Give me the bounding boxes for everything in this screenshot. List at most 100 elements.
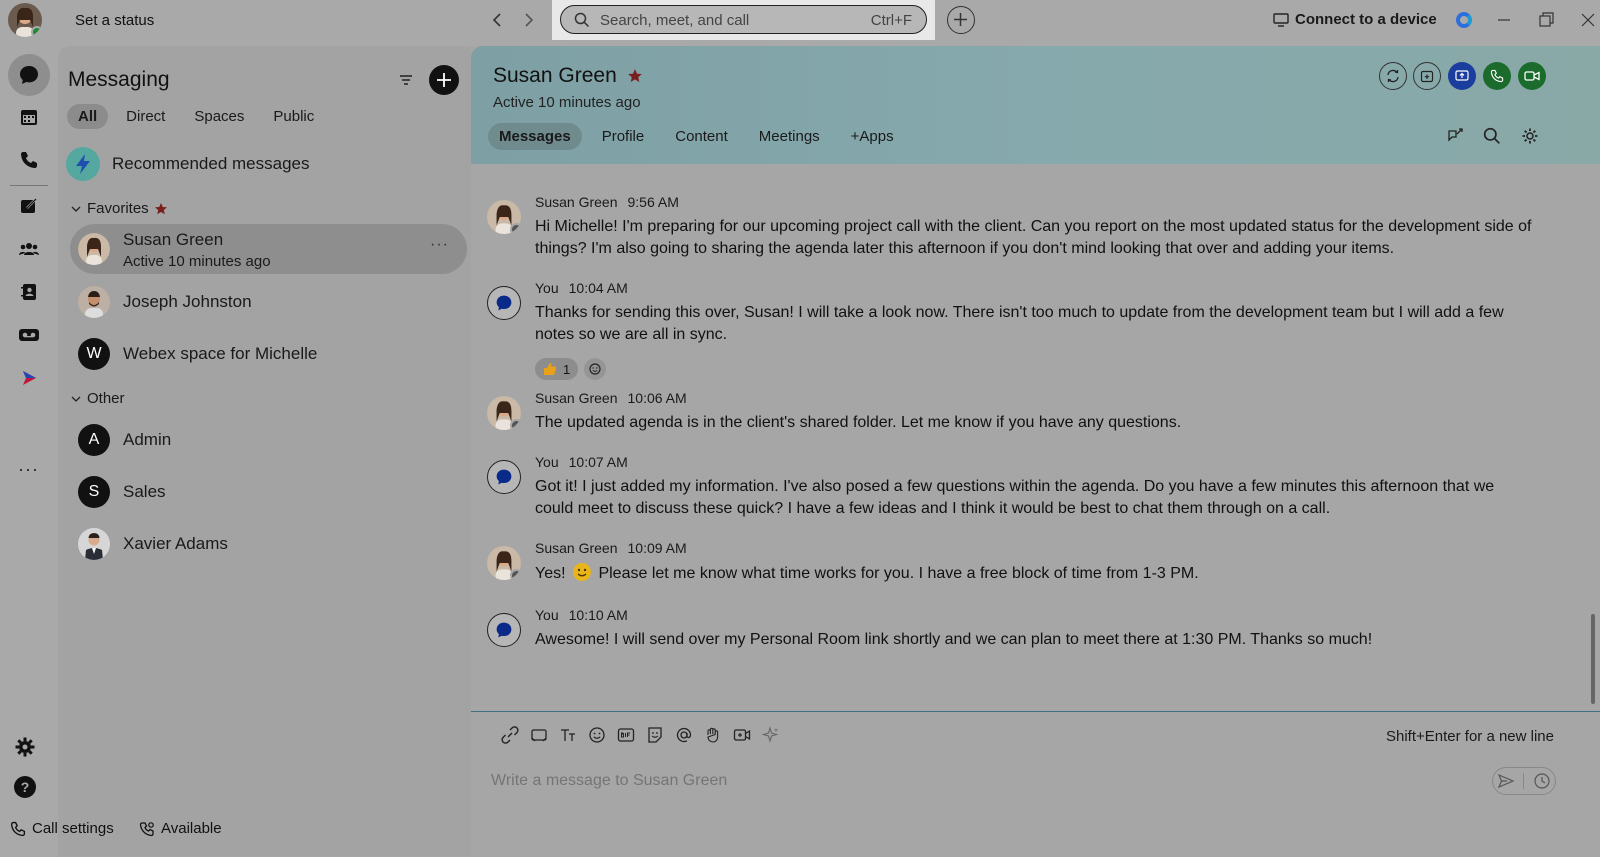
new-message-button[interactable] xyxy=(429,65,459,95)
contacts-icon xyxy=(19,282,39,302)
forward-arrow-icon[interactable] xyxy=(518,10,538,30)
message-text: The updated agenda is in the client's sh… xyxy=(535,414,1182,431)
conversation-name: Webex space for Michelle xyxy=(123,344,318,363)
message-time: 10:10 AM xyxy=(568,607,628,623)
sender-name: You xyxy=(535,454,559,470)
conversation-header: Susan Green Active 10 minutes ago Messag… xyxy=(471,46,1600,164)
clock-icon xyxy=(510,569,521,580)
more-apps-icon[interactable]: ··· xyxy=(18,459,39,480)
settings-gear-icon[interactable] xyxy=(14,736,36,758)
message-time: 10:07 AM xyxy=(568,454,628,470)
pin-icon[interactable] xyxy=(1446,127,1466,147)
voicemail-icon xyxy=(18,327,40,343)
conversation-item-webex-space[interactable]: W Webex space for Michelle xyxy=(70,329,467,379)
reaction-thumbs-up[interactable]: 1 xyxy=(535,358,579,380)
messaging-title: Messaging xyxy=(68,68,170,91)
tab-apps[interactable]: +Apps xyxy=(840,123,905,150)
rail-calendar[interactable] xyxy=(5,97,53,137)
emoji-icon[interactable] xyxy=(587,725,607,745)
new-action-button[interactable] xyxy=(947,6,975,34)
filter-icon[interactable] xyxy=(398,72,414,88)
availability-button[interactable]: Available xyxy=(139,820,222,837)
message-meta: You 10:07 AM xyxy=(535,454,628,470)
message-time: 10:09 AM xyxy=(627,540,687,556)
close-icon[interactable] xyxy=(1578,10,1598,30)
calendar-icon xyxy=(19,107,39,127)
call-settings-button[interactable]: Call settings xyxy=(10,820,114,837)
schedule-send-clock-icon[interactable] xyxy=(1533,772,1551,790)
restore-icon[interactable] xyxy=(1536,10,1556,30)
tab-spaces[interactable]: Spaces xyxy=(183,104,255,129)
sender-name: Susan Green xyxy=(535,540,618,556)
avatar xyxy=(487,546,521,580)
tab-content[interactable]: Content xyxy=(664,123,739,150)
schedule-meeting-button[interactable] xyxy=(1413,62,1441,90)
conversation-item-joseph-johnston[interactable]: Joseph Johnston xyxy=(70,277,467,327)
rail-webex-app[interactable] xyxy=(5,358,53,398)
message-scrollbar[interactable] xyxy=(1591,614,1595,704)
other-label: Other xyxy=(87,390,125,407)
audio-call-button[interactable] xyxy=(1483,62,1511,90)
conversation-item-susan-green[interactable]: Susan Green Active 10 minutes ago ··· xyxy=(70,224,467,274)
conversation-item-xavier-adams[interactable]: Xavier Adams xyxy=(70,519,467,569)
message-input[interactable] xyxy=(491,772,1471,790)
refresh-button[interactable] xyxy=(1379,62,1407,90)
search-input[interactable]: Search, meet, and call Ctrl+F xyxy=(560,5,927,34)
sticker-icon[interactable] xyxy=(645,725,665,745)
send-divider xyxy=(1523,773,1525,789)
rail-calling[interactable] xyxy=(5,140,53,180)
favorites-section-header[interactable]: Favorites xyxy=(70,200,168,217)
connect-device-label: Connect to a device xyxy=(1295,11,1437,28)
gif-icon[interactable] xyxy=(616,725,636,745)
conversation-name: Joseph Johnston xyxy=(123,292,252,311)
message-time: 9:56 AM xyxy=(627,194,679,210)
recommended-messages-item[interactable]: Recommended messages xyxy=(66,147,309,181)
tab-meetings[interactable]: Meetings xyxy=(748,123,831,150)
back-arrow-icon[interactable] xyxy=(488,10,508,30)
conversation-item-sales[interactable]: S Sales xyxy=(70,467,467,517)
favorite-star-icon[interactable] xyxy=(627,68,643,84)
rail-messaging[interactable] xyxy=(8,54,50,96)
tab-direct[interactable]: Direct xyxy=(115,104,176,129)
teams-icon xyxy=(18,239,40,259)
tab-profile[interactable]: Profile xyxy=(591,123,656,150)
text-format-icon[interactable] xyxy=(558,725,578,745)
minimize-icon[interactable] xyxy=(1494,10,1514,30)
attach-icon[interactable] xyxy=(500,725,520,745)
sender-name: You xyxy=(535,607,559,623)
chat-bubble-icon xyxy=(495,294,513,312)
help-icon[interactable]: ? xyxy=(14,776,36,798)
video-call-button[interactable] xyxy=(1518,62,1546,90)
share-screen-button[interactable] xyxy=(1448,62,1476,90)
avatar xyxy=(78,233,110,265)
more-options-icon[interactable]: ··· xyxy=(430,236,449,254)
set-status-link[interactable]: Set a status xyxy=(75,12,154,29)
phone-settings-icon xyxy=(10,821,26,837)
rail-whiteboard[interactable] xyxy=(5,186,53,226)
search-icon[interactable] xyxy=(1483,127,1503,147)
tab-public[interactable]: Public xyxy=(262,104,325,129)
rail-teams[interactable] xyxy=(5,229,53,269)
connect-device-button[interactable]: Connect to a device xyxy=(1273,11,1437,28)
conversation-item-admin[interactable]: A Admin xyxy=(70,415,467,465)
tab-all[interactable]: All xyxy=(67,104,109,129)
message-meta: Susan Green 9:56 AM xyxy=(535,194,679,210)
other-section-header[interactable]: Other xyxy=(70,390,125,407)
add-emoji-icon xyxy=(588,362,602,376)
message-time: 10:06 AM xyxy=(627,390,687,406)
calendar-add-icon xyxy=(1420,69,1434,83)
add-reaction-button[interactable] xyxy=(584,358,607,380)
video-message-icon[interactable] xyxy=(732,725,752,745)
send-icon[interactable] xyxy=(1497,772,1515,790)
conversation-panel: Susan Green Active 10 minutes ago Messag… xyxy=(471,46,1600,857)
hand-raise-icon[interactable] xyxy=(703,725,723,745)
gear-icon[interactable] xyxy=(1521,127,1541,147)
mention-icon[interactable] xyxy=(674,725,694,745)
ai-sparkle-icon[interactable] xyxy=(761,725,781,745)
user-avatar[interactable] xyxy=(8,3,42,37)
rail-voicemail[interactable] xyxy=(5,315,53,355)
screenshot-icon[interactable] xyxy=(529,725,549,745)
rail-contacts[interactable] xyxy=(5,272,53,312)
tab-messages[interactable]: Messages xyxy=(488,123,582,150)
conversation-name: Susan Green xyxy=(123,230,224,249)
